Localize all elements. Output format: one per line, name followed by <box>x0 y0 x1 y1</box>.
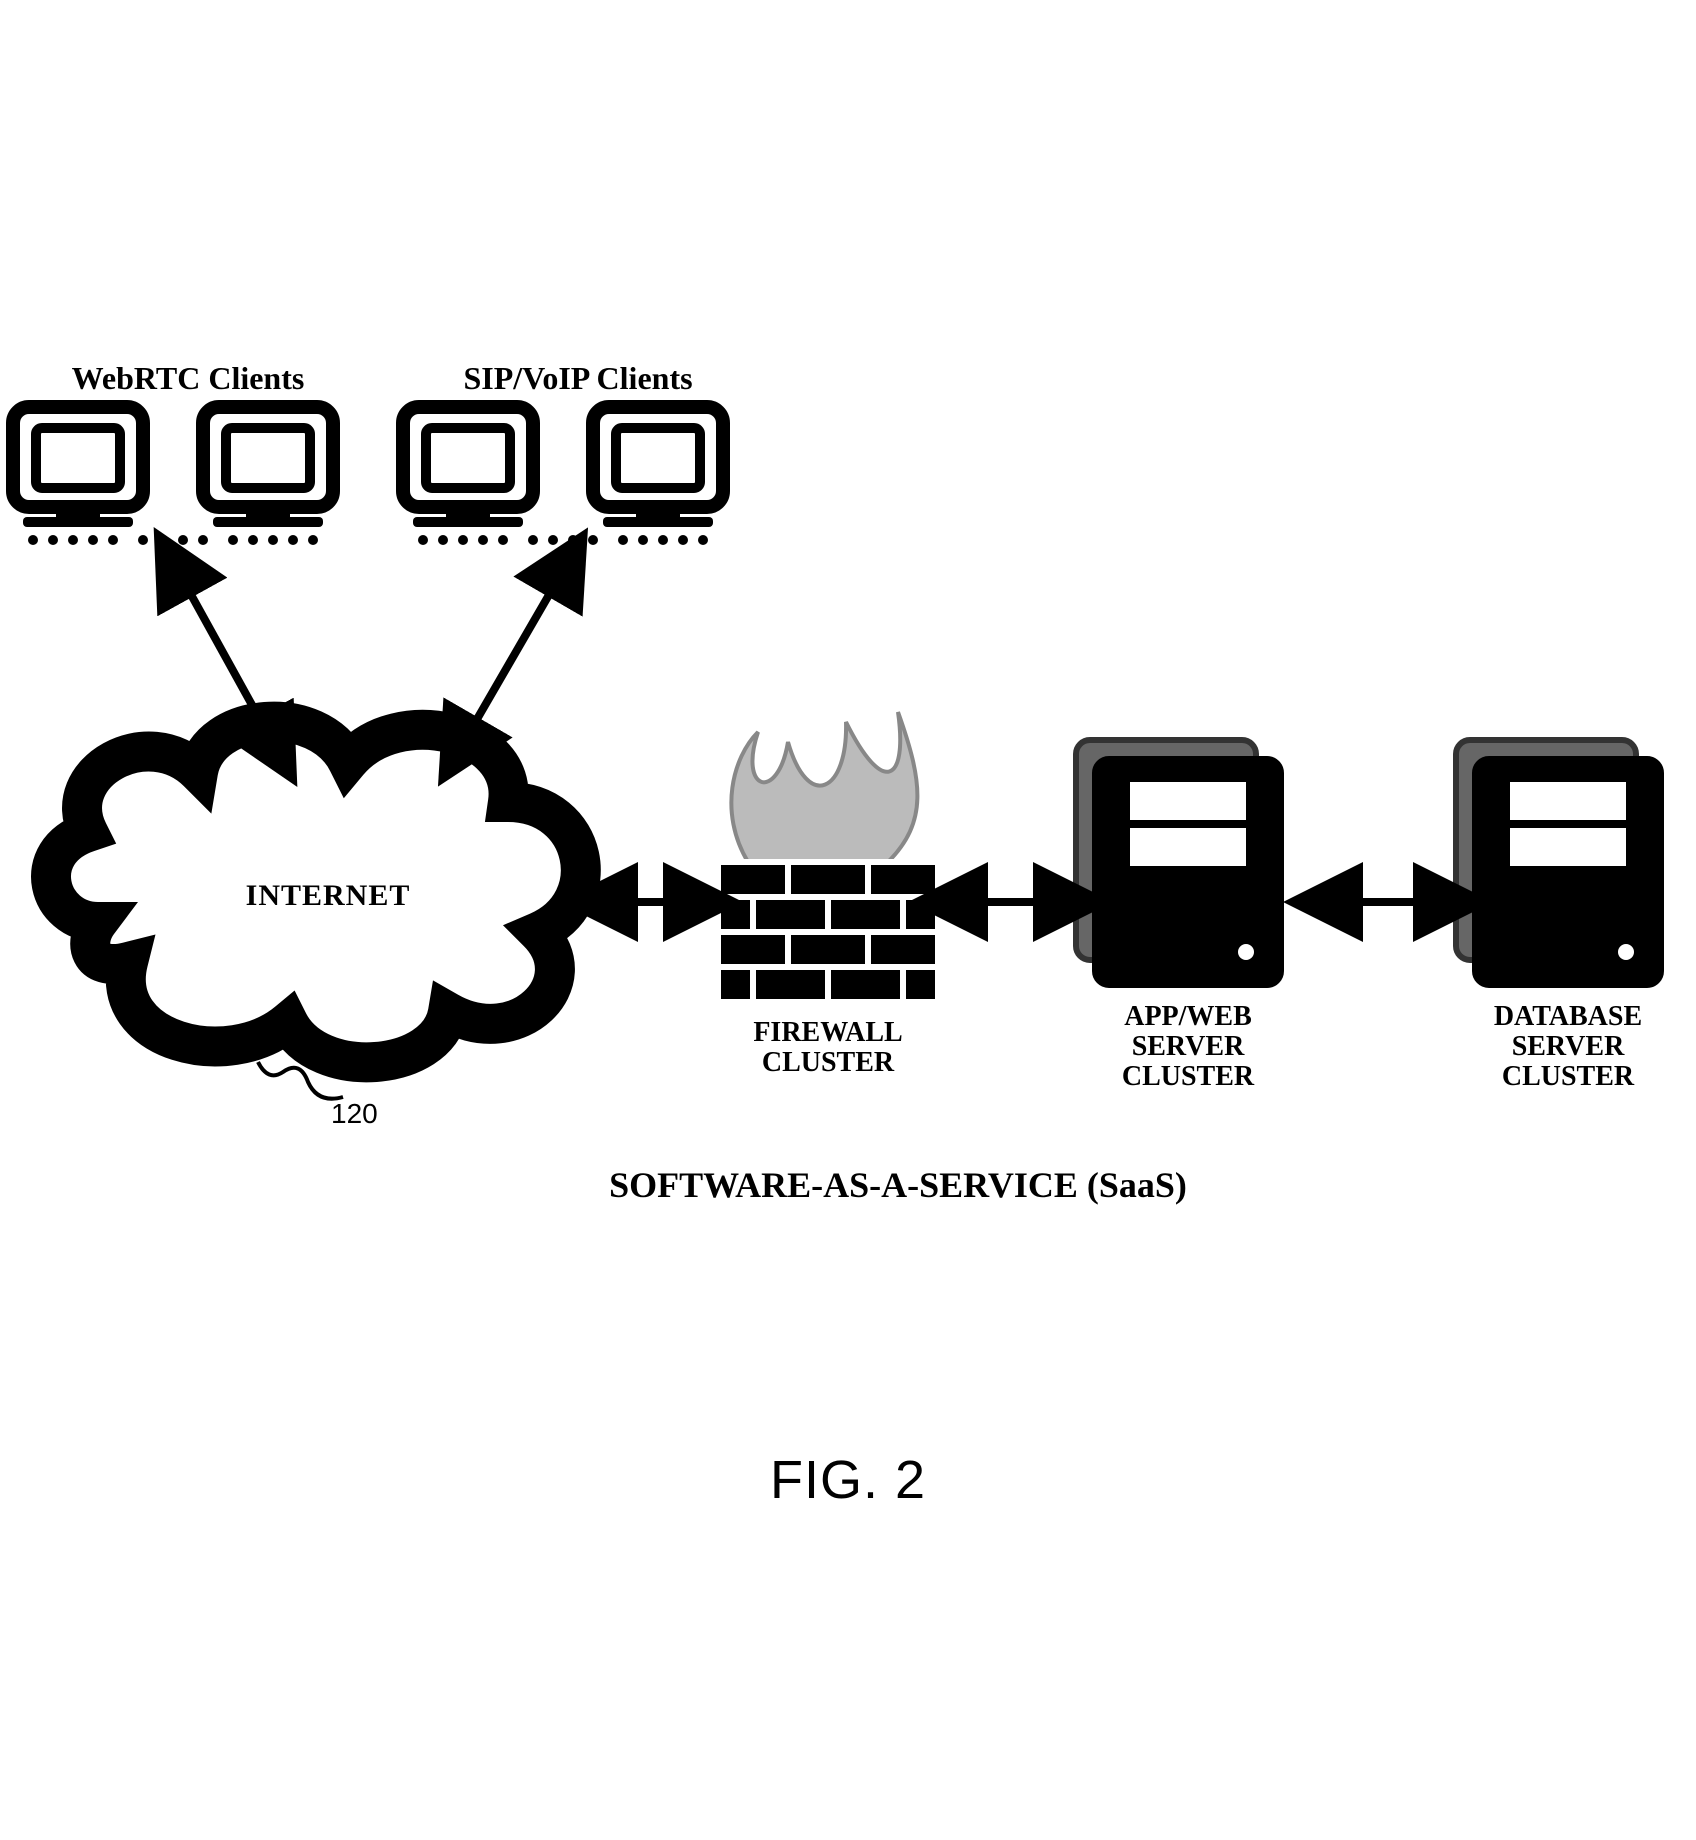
internet-ref-number: 120 <box>331 1099 378 1128</box>
dbserver-label-line3: CLUSTER <box>1448 1062 1688 1091</box>
dbserver-label-line2: SERVER <box>1448 1032 1688 1061</box>
app-server-icon <box>1076 740 1283 987</box>
appserver-label-line2: SERVER <box>1078 1032 1298 1061</box>
firewall-icon <box>718 712 938 1002</box>
diagram-stage: WebRTC Clients SIP/VoIP Clients INTERNET… <box>0 72 1696 1768</box>
diagram-subtitle: SOFTWARE-AS-A-SERVICE (SaaS) <box>448 1167 1348 1205</box>
figure-caption: FIG. 2 <box>648 1452 1048 1509</box>
webrtc-clients-icon <box>13 407 333 545</box>
internet-label: INTERNET <box>208 880 448 912</box>
appserver-label-line3: CLUSTER <box>1078 1062 1298 1091</box>
arrow-sip-to-internet <box>458 562 568 752</box>
appserver-label-line1: APP/WEB <box>1078 1002 1298 1031</box>
sip-clients-icon <box>403 407 723 545</box>
sip-clients-label: SIP/VoIP Clients <box>408 362 748 396</box>
db-server-icon <box>1456 740 1663 987</box>
dbserver-label-line1: DATABASE <box>1448 1002 1688 1031</box>
firewall-label-line2: CLUSTER <box>718 1048 938 1077</box>
webrtc-clients-label: WebRTC Clients <box>18 362 358 396</box>
diagram-svg <box>0 72 1696 1768</box>
firewall-label-line1: FIREWALL <box>718 1018 938 1047</box>
